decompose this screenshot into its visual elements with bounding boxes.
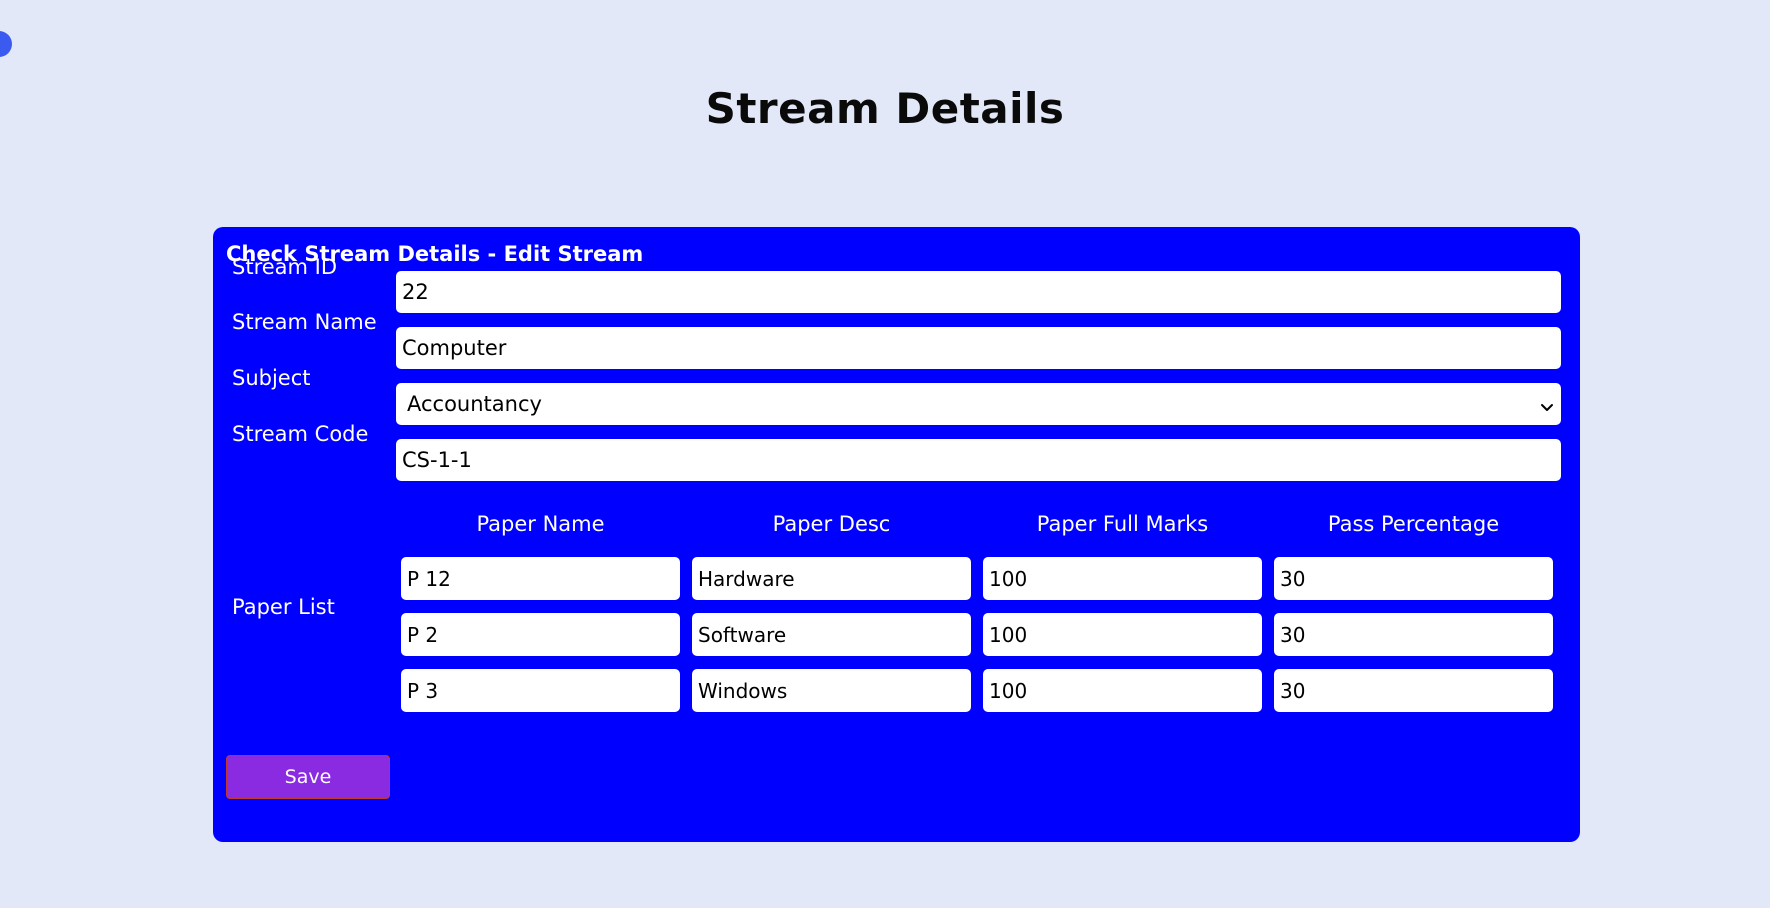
paper-full-marks-input[interactable] [983,669,1262,712]
page-title: Stream Details [705,84,1065,133]
paper-name-input[interactable] [401,613,680,656]
paper-name-input[interactable] [401,557,680,600]
stream-code-input[interactable] [396,439,1561,481]
stream-id-label: Stream ID [232,255,338,279]
paper-desc-input[interactable] [692,613,971,656]
save-button[interactable]: Save [226,755,390,799]
stream-name-label: Stream Name [232,310,377,334]
pass-percentage-input[interactable] [1274,613,1553,656]
pass-percentage-input[interactable] [1274,557,1553,600]
chevron-down-icon [1539,396,1555,412]
column-header-paper-desc: Paper Desc [772,512,891,536]
paper-list-label: Paper List [232,595,335,619]
paper-name-input[interactable] [401,669,680,712]
stream-name-input[interactable] [396,327,1561,369]
stream-form-card: Check Stream Details - Edit Stream Strea… [213,227,1580,842]
paper-desc-input[interactable] [692,669,971,712]
subject-select[interactable]: Accountancy [396,383,1561,425]
paper-full-marks-input[interactable] [983,557,1262,600]
column-header-paper-full-marks: Paper Full Marks [1036,512,1209,536]
paper-desc-input[interactable] [692,557,971,600]
column-header-pass-percentage: Pass Percentage [1327,512,1500,536]
stream-code-label: Stream Code [232,422,369,446]
pass-percentage-input[interactable] [1274,669,1553,712]
subject-selected-value: Accountancy [407,392,542,416]
circle-icon[interactable] [0,31,12,57]
column-header-paper-name: Paper Name [476,512,605,536]
subject-label: Subject [232,366,311,390]
paper-full-marks-input[interactable] [983,613,1262,656]
stream-id-input[interactable] [396,271,1561,313]
